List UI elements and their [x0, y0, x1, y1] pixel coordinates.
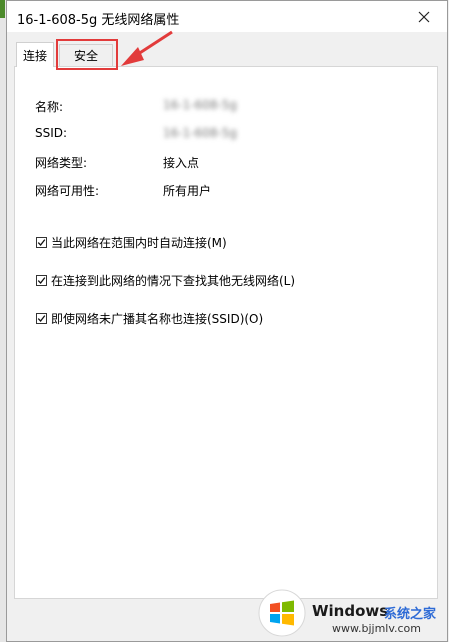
- checkmark-icon: [37, 239, 46, 246]
- name-label: 名称:: [35, 100, 64, 114]
- tab-connection[interactable]: 连接: [16, 42, 54, 67]
- windows-logo-icon: [258, 589, 306, 637]
- checkmark-icon: [37, 277, 46, 284]
- ssid-value: 16-1-608-5g: [163, 126, 238, 140]
- title-bar[interactable]: 16-1-608-5g 无线网络属性: [7, 1, 447, 32]
- checkmark-icon: [37, 315, 46, 322]
- checkbox-label: 在连接到此网络的情况下查找其他无线网络(L): [51, 274, 296, 288]
- auto-connect-checkbox[interactable]: 当此网络在范围内时自动连接(M): [36, 234, 227, 251]
- checkbox-label: 即使网络未广播其名称也连接(SSID)(O): [51, 312, 264, 326]
- background-window-accent: [0, 0, 5, 18]
- checkbox-box[interactable]: [36, 313, 47, 324]
- name-value: 16-1-608-5g: [163, 98, 238, 112]
- dialog-title: 16-1-608-5g 无线网络属性: [17, 13, 180, 28]
- watermark-url: www.bjjmlv.com: [332, 622, 421, 635]
- checkbox-box[interactable]: [36, 237, 47, 248]
- availability-row: 网络可用性: 所有用户: [35, 182, 211, 199]
- ssid-row: SSID: 16-1-608-5g: [35, 126, 237, 140]
- network-type-row: 网络类型: 接入点: [35, 154, 199, 171]
- network-type-label: 网络类型:: [35, 156, 88, 170]
- availability-value: 所有用户: [163, 184, 212, 198]
- network-type-value: 接入点: [163, 156, 200, 170]
- ssid-label: SSID:: [35, 126, 68, 140]
- checkbox-label: 当此网络在范围内时自动连接(M): [51, 236, 227, 250]
- look-for-other-networks-checkbox[interactable]: 在连接到此网络的情况下查找其他无线网络(L): [36, 272, 295, 289]
- site-watermark: Windows 系统之家 www.bjjmlv.com: [248, 586, 449, 642]
- watermark-brand: Windows: [312, 602, 389, 620]
- security-tab-highlight: [56, 39, 118, 70]
- close-icon: [418, 11, 430, 22]
- connect-hidden-ssid-checkbox[interactable]: 即使网络未广播其名称也连接(SSID)(O): [36, 310, 263, 327]
- checkbox-box[interactable]: [36, 275, 47, 286]
- close-button[interactable]: [401, 1, 447, 32]
- name-row: 名称: 16-1-608-5g: [35, 98, 237, 115]
- connection-panel: 名称: 16-1-608-5g SSID: 16-1-608-5g 网络类型: …: [14, 66, 438, 599]
- availability-label: 网络可用性:: [35, 184, 100, 198]
- watermark-site-name: 系统之家: [384, 607, 437, 622]
- wireless-properties-dialog: 16-1-608-5g 无线网络属性 连接 安全 名称: 16-1-608-5g…: [6, 0, 448, 642]
